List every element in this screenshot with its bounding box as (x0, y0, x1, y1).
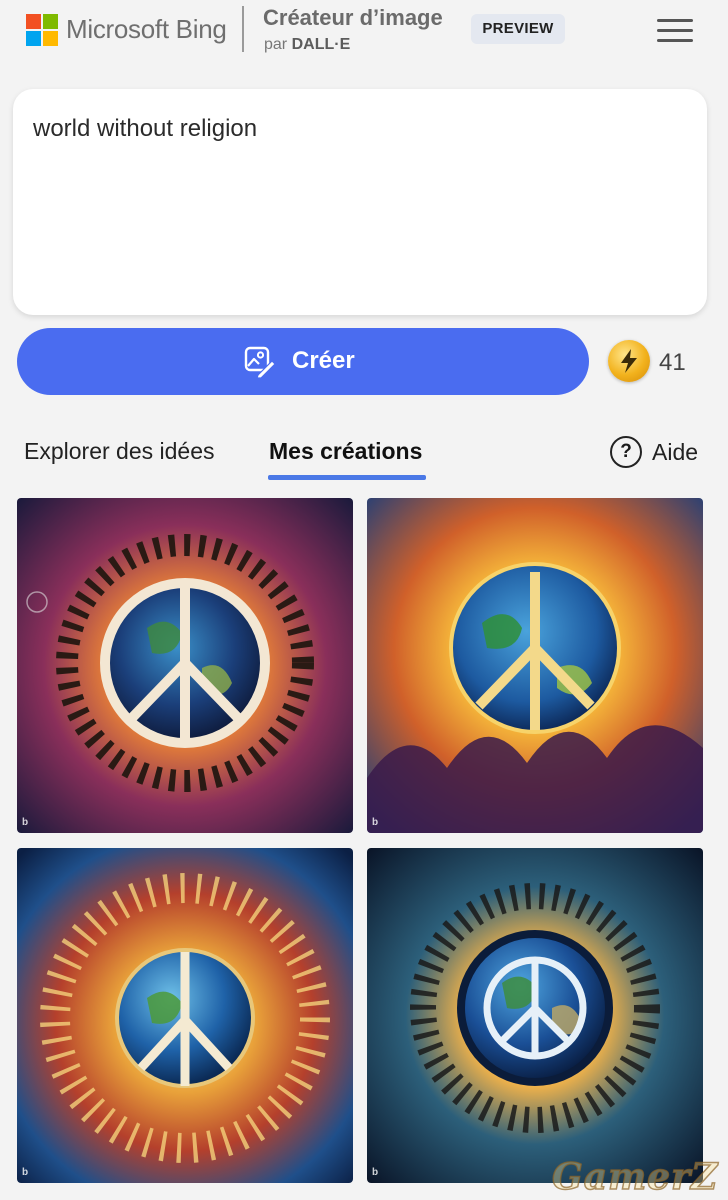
microsoft-logo-icon (26, 14, 58, 46)
header: Microsoft Bing Créateur d’image par DALL… (0, 0, 728, 62)
question-circle-icon: ? (610, 436, 642, 468)
app-subtitle-model: DALL·E (291, 36, 351, 53)
lightning-icon (621, 349, 637, 373)
prompt-text[interactable]: world without religion (33, 115, 257, 143)
create-button[interactable]: Créer (17, 328, 589, 395)
tab-my-creations[interactable]: Mes créations (269, 438, 422, 465)
bing-mark: b (372, 1167, 379, 1178)
site-watermark: GamerZ (551, 1155, 719, 1199)
header-divider (242, 6, 244, 52)
hamburger-menu-icon[interactable] (657, 19, 693, 45)
creation-image-3[interactable]: b (17, 848, 353, 1183)
boost-coin-icon[interactable] (608, 340, 650, 382)
tab-explore-ideas[interactable]: Explorer des idées (24, 438, 215, 465)
creation-image-1[interactable]: b (17, 498, 353, 833)
logo-square-green (43, 14, 58, 29)
bing-mark: b (22, 817, 29, 828)
bing-mark: b (372, 817, 379, 828)
bing-mark: b (22, 1167, 29, 1178)
creation-image-2[interactable]: b (367, 498, 703, 833)
logo-square-red (26, 14, 41, 29)
app-subtitle-prefix: par (264, 36, 288, 53)
prompt-input[interactable]: world without religion (13, 89, 707, 315)
image-create-icon (244, 346, 276, 379)
logo-square-yellow (43, 31, 58, 46)
app-subtitle: par DALL·E (264, 36, 350, 54)
brand-name[interactable]: Microsoft Bing (66, 14, 227, 45)
help-label: Aide (652, 439, 699, 465)
active-tab-indicator (268, 475, 426, 480)
logo-square-blue (26, 31, 41, 46)
boost-count: 41 (659, 349, 686, 376)
preview-badge: PREVIEW (471, 14, 565, 44)
creation-image-4[interactable]: b (367, 848, 703, 1183)
create-button-label: Créer (292, 347, 355, 374)
app-title[interactable]: Créateur d’image (263, 5, 443, 31)
